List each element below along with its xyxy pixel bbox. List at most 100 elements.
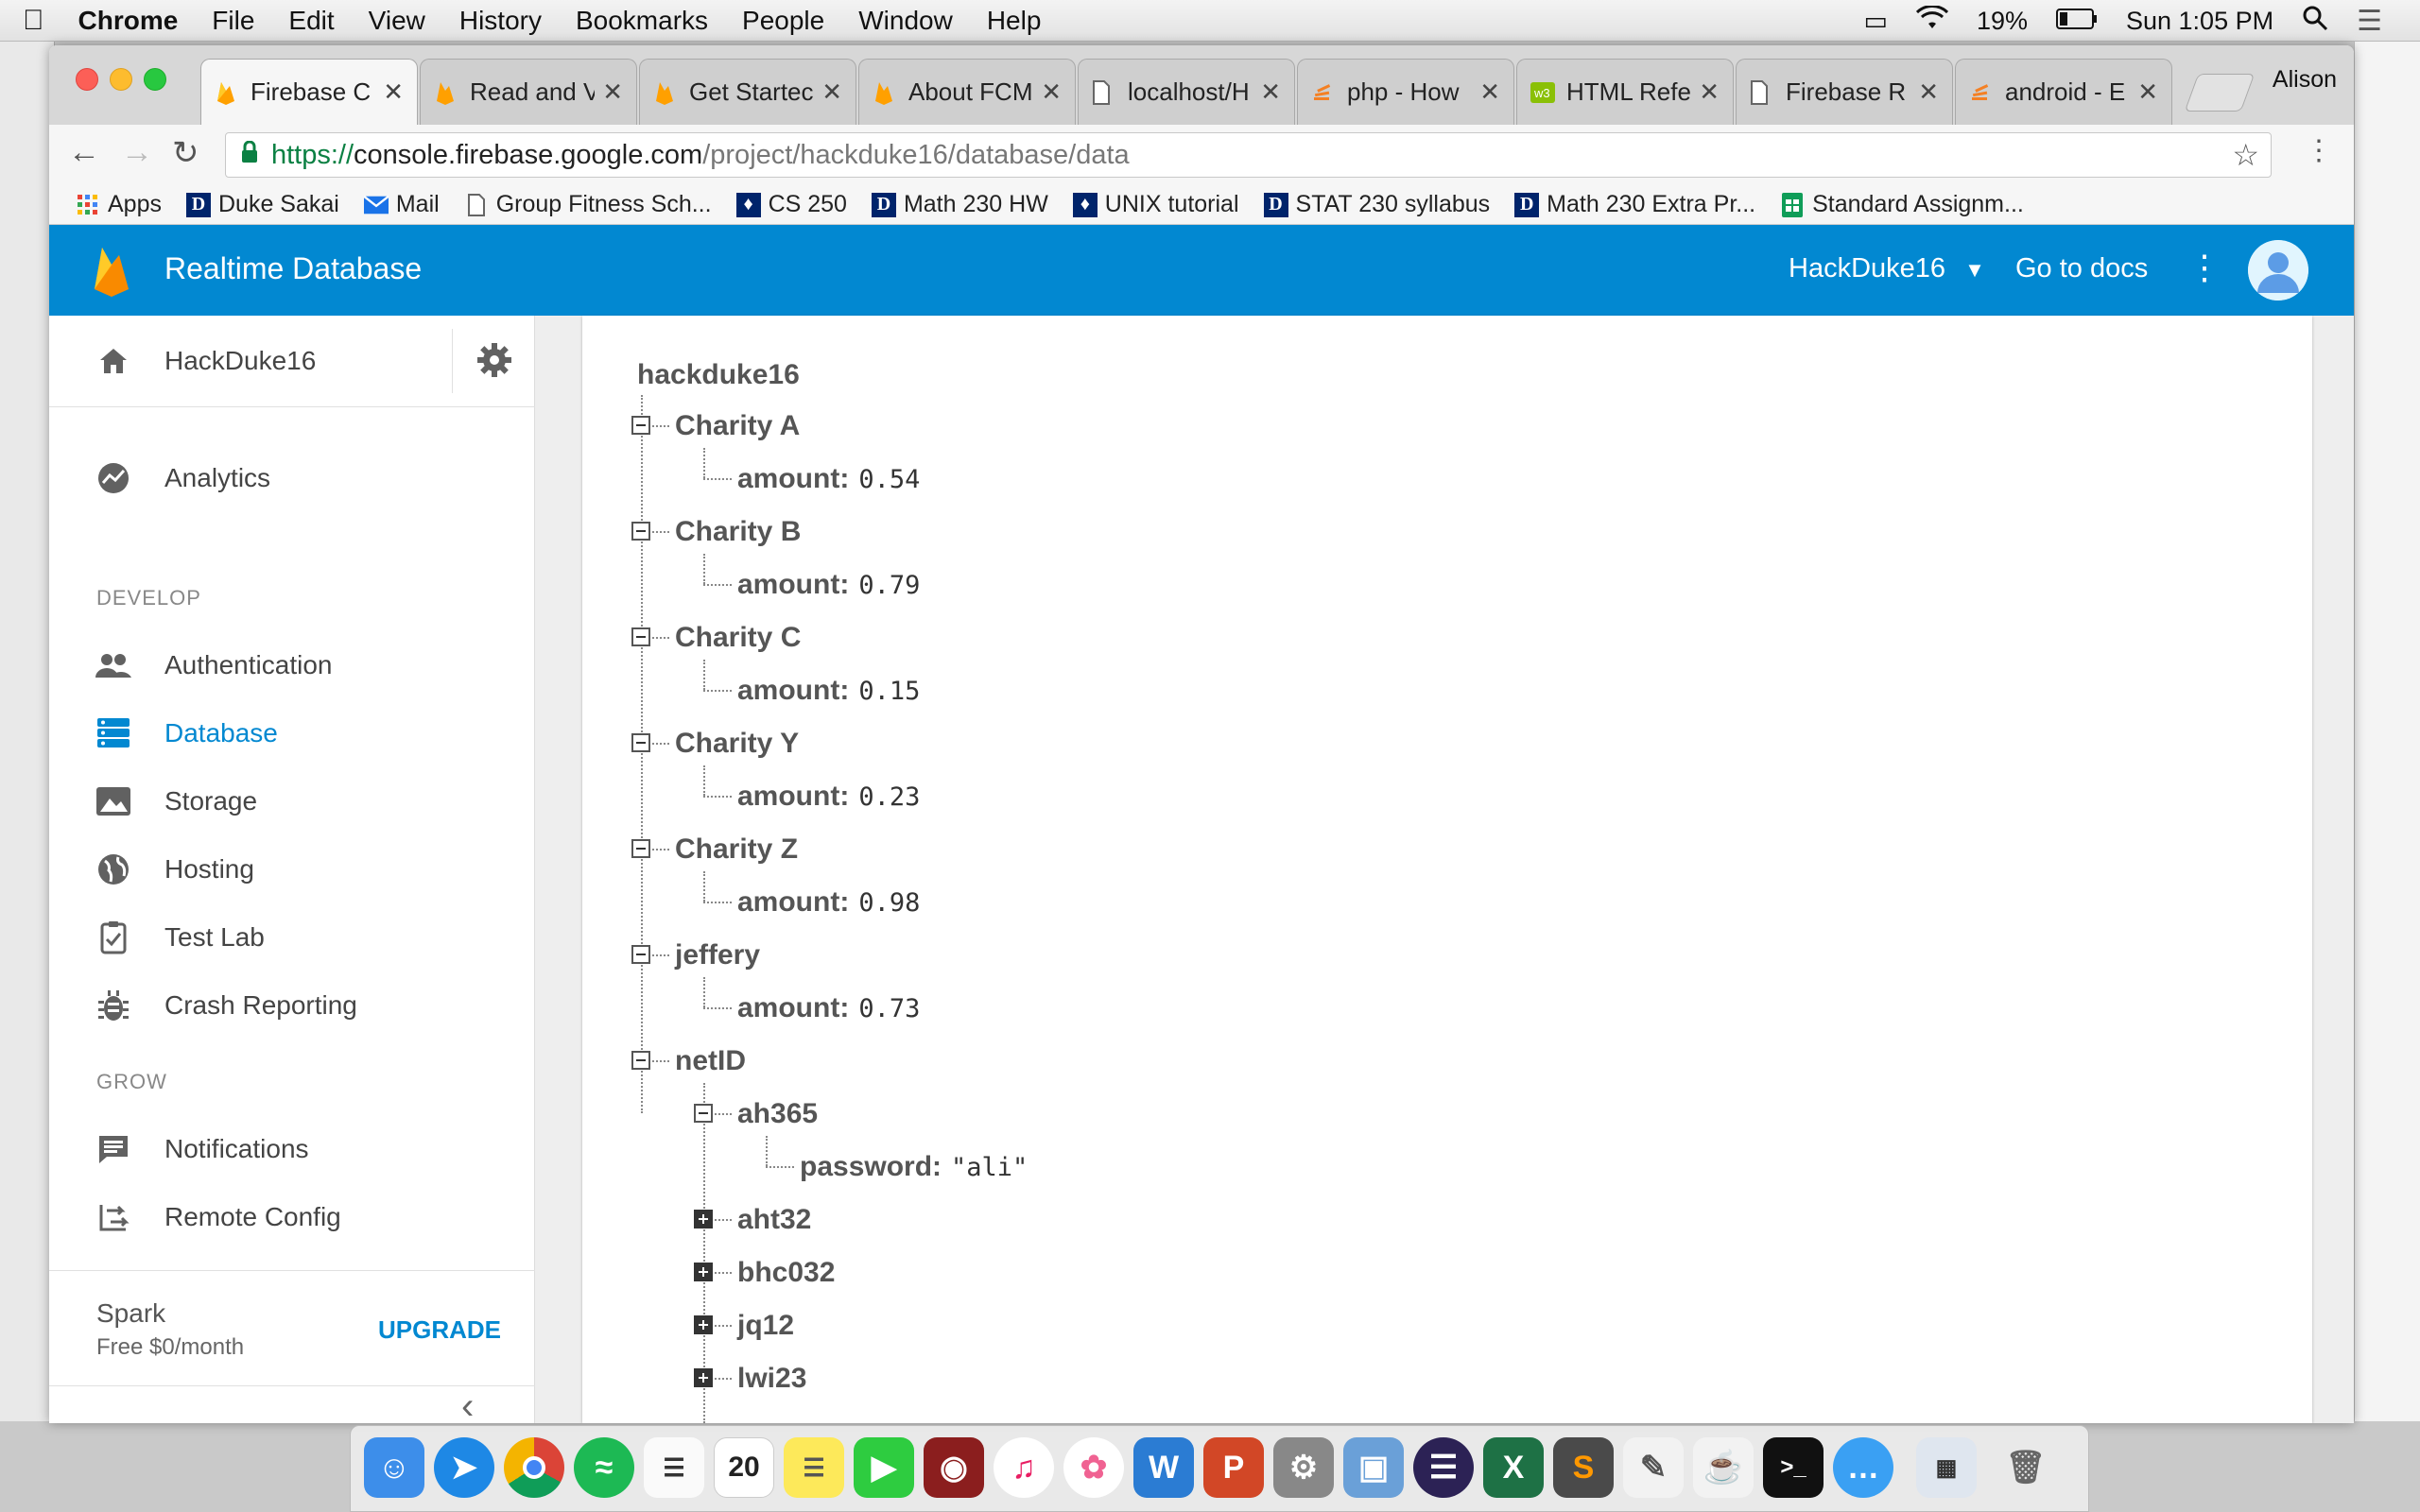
menu-edit[interactable]: Edit [288,6,334,36]
tab-get-started[interactable]: Get Startec ✕ [639,59,856,125]
calendar-icon[interactable]: 20 [714,1437,774,1498]
eclipse-icon[interactable]: ☰ [1413,1437,1474,1498]
tree-node-charity-y[interactable]: Charity Y [675,728,799,760]
word-icon[interactable]: W [1133,1437,1194,1498]
tree-node-netid[interactable]: netID [675,1045,746,1077]
tree-root[interactable]: hackduke16 [637,359,800,391]
close-tab-icon[interactable]: ✕ [1479,77,1500,107]
sidebar-item-analytics[interactable]: Analytics [49,444,535,512]
bookmark-math-230-extra[interactable]: D Math 230 Extra Pr... [1514,191,1755,218]
sidebar-item-test-lab[interactable]: Test Lab [49,903,535,971]
textedit-icon[interactable]: ✎ [1623,1437,1684,1498]
java-icon[interactable]: ☕ [1693,1437,1754,1498]
firebase-logo-icon[interactable] [91,244,132,301]
bookmark-unix-tutorial[interactable]: ♦ UNIX tutorial [1072,191,1239,218]
collapse-toggle[interactable] [631,1051,650,1070]
sidebar-project-home[interactable]: HackDuke16 [49,316,535,406]
tree-node-jq12[interactable]: jq12 [737,1310,794,1342]
menu-app[interactable]: Chrome [78,6,179,36]
collapse-sidebar-chevron-icon[interactable]: ‹ [461,1385,474,1423]
tab-android[interactable]: android - E ✕ [1955,59,2172,125]
upgrade-button[interactable]: UPGRADE [378,1315,501,1345]
trash-icon[interactable]: 🗑 [1996,1437,2056,1498]
go-to-docs-link[interactable]: Go to docs [2015,253,2148,284]
collapse-toggle[interactable] [631,522,650,541]
sidebar-item-storage[interactable]: Storage [49,767,535,835]
settings-gear-icon[interactable] [476,342,512,383]
downloads-stack-icon[interactable]: ▦ [1916,1437,1977,1498]
tree-node-charity-a[interactable]: Charity A [675,410,800,442]
tree-leaf-amount[interactable]: amount: 0.79 [737,569,920,601]
forward-arrow-icon[interactable]: → [121,134,153,171]
sidebar-item-authentication[interactable]: Authentication [49,631,535,699]
back-arrow-icon[interactable]: ← [68,134,100,171]
collapse-toggle[interactable] [694,1104,713,1123]
new-tab-button[interactable] [2184,74,2256,112]
bookmark-mail[interactable]: Mail [363,191,440,218]
expand-toggle[interactable] [694,1263,713,1281]
itunes-icon[interactable]: ♫ [994,1437,1054,1498]
avatar[interactable] [2248,240,2308,301]
tree-leaf-amount[interactable]: amount: 0.54 [737,463,920,495]
tree-leaf-password[interactable]: password: "ali" [800,1151,1028,1183]
terminal-icon[interactable]: >_ [1763,1437,1824,1498]
zoom-window-button[interactable] [144,68,166,91]
sidebar-item-crash-reporting[interactable]: Crash Reporting [49,971,535,1040]
sidebar-item-hosting[interactable]: Hosting [49,835,535,903]
tab-read-and-write[interactable]: Read and V ✕ [420,59,637,125]
sidebar-item-notifications[interactable]: Notifications [49,1115,535,1183]
reminders-icon[interactable]: ☰ [644,1437,704,1498]
bookmark-cs-250[interactable]: ♦ CS 250 [735,191,847,218]
menu-people[interactable]: People [742,6,824,36]
bookmark-group-fitness[interactable]: Group Fitness Sch... [464,191,712,218]
menu-help[interactable]: Help [987,6,1042,36]
bookmark-duke-sakai[interactable]: D Duke Sakai [185,191,339,218]
profile-name[interactable]: Alison [2273,66,2337,94]
tree-node-charity-z[interactable]: Charity Z [675,833,798,866]
tree-node-bhc032[interactable]: bhc032 [737,1257,835,1289]
excel-icon[interactable]: X [1483,1437,1544,1498]
tab-firebase-reference[interactable]: Firebase R ✕ [1736,59,1953,125]
expand-toggle[interactable] [694,1315,713,1334]
collapse-toggle[interactable] [631,416,650,435]
menu-history[interactable]: History [459,6,542,36]
tree-node-charity-c[interactable]: Charity C [675,622,801,654]
tab-firebase-console[interactable]: Firebase C ✕ [200,59,418,125]
airplay-icon[interactable]: ▭ [1863,7,1888,36]
tree-node-aht32[interactable]: aht32 [737,1204,811,1236]
expand-toggle[interactable] [694,1210,713,1228]
bookmark-apps[interactable]: Apps [76,191,162,218]
close-tab-icon[interactable]: ✕ [1918,77,1939,107]
sidebar-item-remote-config[interactable]: Remote Config [49,1183,535,1251]
finder-icon[interactable]: ☺ [364,1437,424,1498]
wifi-icon[interactable] [1915,4,1948,37]
close-tab-icon[interactable]: ✕ [602,77,623,107]
bookmark-math-230-hw[interactable]: D Math 230 HW [871,191,1048,218]
tab-php-how[interactable]: php - How ✕ [1297,59,1514,125]
tree-leaf-amount[interactable]: amount: 0.98 [737,886,920,919]
close-window-button[interactable] [76,68,98,91]
menu-window[interactable]: Window [858,6,953,36]
close-tab-icon[interactable]: ✕ [1699,77,1720,107]
notes-icon[interactable]: ☰ [784,1437,844,1498]
close-tab-icon[interactable]: ✕ [383,77,404,107]
address-bar[interactable]: https://console.firebase.google.com/proj… [225,132,2272,178]
collapse-toggle[interactable] [631,627,650,646]
chrome-menu-icon[interactable]: ⋮ [2305,134,2333,167]
tree-node-jeffery[interactable]: jeffery [675,939,760,971]
close-tab-icon[interactable]: ✕ [821,77,842,107]
spotify-icon[interactable]: ≈ [574,1437,634,1498]
reload-icon[interactable]: ↻ [172,134,199,172]
spotlight-icon[interactable] [2302,5,2328,38]
photos-icon[interactable]: ✿ [1063,1437,1124,1498]
preview-icon[interactable]: ▣ [1343,1437,1404,1498]
clock[interactable]: Sun 1:05 PM [2126,7,2273,36]
notification-center-icon[interactable]: ☰ [2357,5,2382,38]
tab-about-fcm[interactable]: About FCM ✕ [858,59,1076,125]
sublime-text-icon[interactable]: S [1553,1437,1614,1498]
bookmark-standard-assignment[interactable]: Standard Assignm... [1780,191,2024,218]
sidebar-item-database[interactable]: Database [49,699,535,767]
menu-view[interactable]: View [369,6,425,36]
project-selector[interactable]: HackDuke16 ▼ [1789,253,1985,284]
tree-leaf-amount[interactable]: amount: 0.15 [737,675,920,707]
